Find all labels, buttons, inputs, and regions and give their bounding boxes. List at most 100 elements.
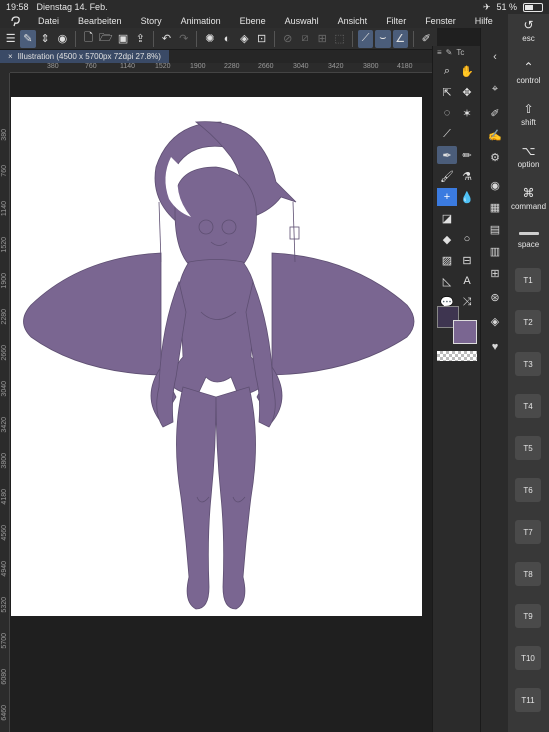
menu-animation[interactable]: Animation [181, 16, 229, 26]
t7-key[interactable]: T7 [515, 520, 541, 544]
companion-mode-icon[interactable]: ◉ [55, 30, 70, 48]
loading-spinner-icon[interactable]: ✺ [202, 30, 217, 48]
ruler-label: 380 [47, 63, 59, 70]
navigator-icon[interactable]: ⌖ [485, 80, 505, 98]
document-tab[interactable]: × Illustration (4500 x 5700px 72dpi 27.8… [0, 50, 169, 63]
brush-size-icon[interactable]: ✍ [485, 126, 505, 144]
t9-key[interactable]: T9 [515, 604, 541, 628]
figure-tool-icon[interactable]: ○ [457, 230, 477, 248]
brush-settings-icon[interactable]: ⚙ [485, 148, 505, 166]
decoration-tool-icon[interactable]: + [437, 188, 457, 206]
clip-studio-logo-icon[interactable] [8, 14, 22, 28]
fill-tool-icon[interactable]: ◆ [437, 230, 457, 248]
menu-fenster[interactable]: Fenster [425, 16, 464, 26]
transparent-color-swatch[interactable] [437, 351, 477, 361]
shift-key[interactable]: ⇧ shift [508, 102, 549, 127]
clear-layer-icon[interactable]: ◐ [219, 30, 234, 48]
invert-selection-icon[interactable]: ⧄ [297, 30, 312, 48]
menu-ebene[interactable]: Ebene [240, 16, 274, 26]
menu-auswahl[interactable]: Auswahl [285, 16, 327, 26]
layer-search-icon[interactable]: ⊛ [485, 288, 505, 306]
eyedropper-tool-icon[interactable]: ⟋ [437, 125, 457, 143]
canvas-paper[interactable] [11, 97, 422, 616]
zoom-tool-icon[interactable]: ⌕ [437, 62, 457, 80]
palette-tab-label[interactable]: Tc [456, 48, 464, 57]
ruler-snap-icon[interactable]: ⟋ [358, 29, 374, 48]
t10-key[interactable]: T10 [515, 646, 541, 670]
open-folder-icon[interactable]: 🗁 [98, 30, 113, 48]
color-set-icon[interactable]: ▦ [485, 198, 505, 216]
t3-key[interactable]: T3 [515, 352, 541, 376]
brush-tool-icon[interactable]: 🖌 [437, 167, 457, 185]
ruler-label: 6080 [1, 669, 8, 685]
transform-icon[interactable]: ⊡ [254, 30, 269, 48]
empty-slot [457, 209, 477, 227]
move-layer-tool-icon[interactable]: ✥ [457, 83, 477, 101]
canvas-area[interactable] [11, 73, 432, 732]
t5-key[interactable]: T5 [515, 436, 541, 460]
modifier-toggle-icon[interactable]: ✎ [20, 29, 36, 48]
t8-key[interactable]: T8 [515, 562, 541, 586]
collapse-chevron-icon[interactable]: ‹ [485, 48, 505, 66]
new-file-icon[interactable]: 🗋 [81, 30, 96, 48]
export-icon[interactable]: ⇪ [133, 30, 148, 48]
color-wheel-icon[interactable]: ◉ [485, 176, 505, 194]
operation-tool-icon[interactable]: ⇱ [437, 83, 457, 101]
escape-icon: ↺ [523, 18, 534, 32]
brush-tab-icon[interactable]: ✎ [446, 48, 453, 57]
pen-tool-icon[interactable]: ✒ [437, 146, 457, 164]
airbrush-tool-icon[interactable]: ⚗ [457, 167, 477, 185]
crop-icon[interactable]: ⊞ [315, 30, 330, 48]
lasso-tool-icon[interactable]: ◌ [437, 104, 457, 122]
show-selection-icon[interactable]: ⬚ [332, 30, 347, 48]
magic-wand-tool-icon[interactable]: ✶ [457, 104, 477, 122]
layers-icon[interactable]: ◈ [485, 312, 505, 330]
t11-key[interactable]: T11 [515, 688, 541, 712]
text-tool-icon[interactable]: A [457, 272, 477, 290]
pencil-tool-icon[interactable]: ✏ [457, 146, 477, 164]
sub-color-swatch[interactable] [453, 320, 477, 344]
approximate-color-icon[interactable]: ▥ [485, 242, 505, 260]
palette-menu-icon[interactable]: ≡ [437, 48, 442, 57]
control-key[interactable]: ⌃ control [508, 60, 549, 85]
option-key[interactable]: ⌥ option [508, 144, 549, 169]
hand-tool-icon[interactable]: ✋ [457, 62, 477, 80]
chevron-updown-icon[interactable]: ⇕ [38, 30, 53, 48]
menu-story[interactable]: Story [141, 16, 170, 26]
close-tab-icon[interactable]: × [8, 52, 13, 61]
fill-icon[interactable]: ◈ [237, 30, 252, 48]
undo-icon[interactable]: ↶ [159, 30, 174, 48]
t2-key[interactable]: T2 [515, 310, 541, 334]
ruler-label: 2660 [258, 63, 274, 70]
redo-icon[interactable]: ↷ [176, 30, 191, 48]
frame-tool-icon[interactable]: ⊟ [457, 251, 477, 269]
intermediate-color-icon[interactable]: ▤ [485, 220, 505, 238]
blend-tool-icon[interactable]: 💧 [457, 188, 477, 206]
tool-grid: ⌕ ✋ ⇱ ✥ ◌ ✶ ⟋ ✒ ✏ 🖌 ⚗ + 💧 ◪ ◆ ○ ▨ ⊟ ◺ A … [437, 62, 477, 311]
deselect-icon[interactable]: ⊘ [280, 30, 295, 48]
favorites-heart-icon[interactable]: ♥ [485, 338, 505, 356]
special-ruler-snap-icon[interactable]: ⌣ [375, 29, 391, 48]
t4-key[interactable]: T4 [515, 394, 541, 418]
menu-datei[interactable]: Datei [38, 16, 67, 26]
settings-brush-icon[interactable]: ✐ [419, 30, 434, 48]
menu-bearbeiten[interactable]: Bearbeiten [78, 16, 130, 26]
t6-key[interactable]: T6 [515, 478, 541, 502]
caret-up-icon: ⌃ [523, 60, 534, 74]
grid-snap-icon[interactable]: ∠ [392, 29, 408, 48]
command-key[interactable]: ⌘ command [508, 186, 549, 211]
layer-property-icon[interactable]: ⊞ [485, 264, 505, 282]
menu-filter[interactable]: Filter [386, 16, 414, 26]
ruler-label: 1900 [190, 63, 206, 70]
ruler-tool-icon[interactable]: ◺ [437, 272, 457, 290]
space-key[interactable]: space [508, 232, 549, 249]
gradient-tool-icon[interactable]: ▨ [437, 251, 457, 269]
esc-key[interactable]: ↺ esc [508, 18, 549, 43]
eraser-tool-icon[interactable]: ◪ [437, 209, 457, 227]
hamburger-menu-icon[interactable]: ☰ [3, 30, 18, 48]
save-icon[interactable]: ▣ [115, 30, 130, 48]
menu-hilfe[interactable]: Hilfe [475, 16, 501, 26]
t1-key[interactable]: T1 [515, 268, 541, 292]
tool-property-icon[interactable]: ✐ [485, 104, 505, 122]
menu-ansicht[interactable]: Ansicht [338, 16, 376, 26]
